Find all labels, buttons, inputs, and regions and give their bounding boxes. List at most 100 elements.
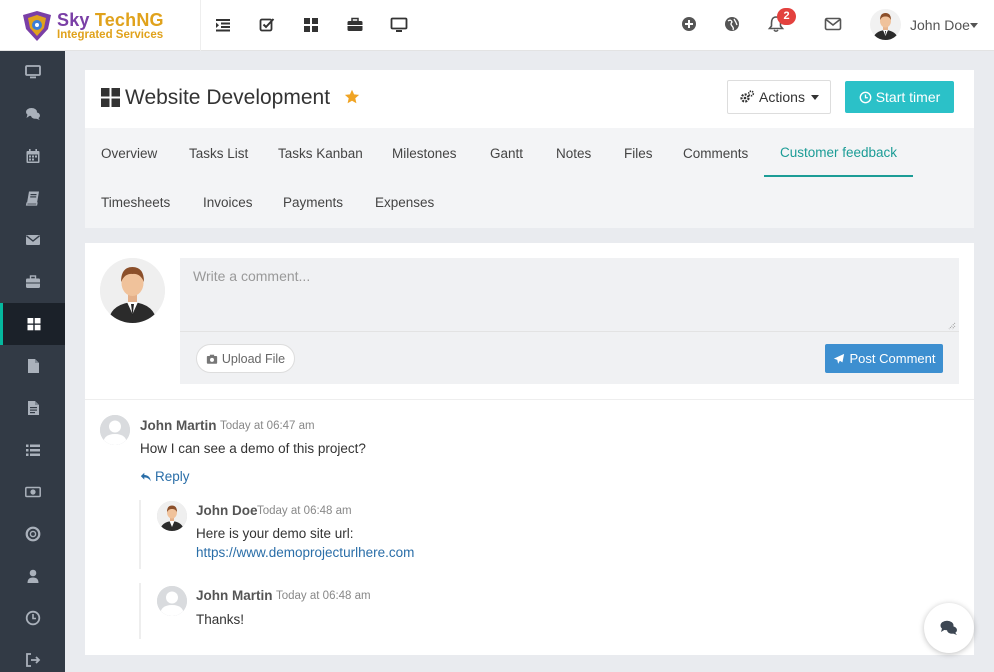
upload-file-label: Upload File xyxy=(221,351,286,366)
feedback-panel: Upload File Post Comment John Martin Tod… xyxy=(85,243,974,655)
reply-time: Today at 06:48 am xyxy=(257,505,352,517)
avatar xyxy=(157,586,187,616)
reply-text: Thanks! xyxy=(196,612,245,627)
list-icon xyxy=(25,444,40,456)
sidebar-item-tasks[interactable] xyxy=(0,429,65,471)
sidebar-item-projects[interactable] xyxy=(0,261,65,303)
sidebar-item-timesheets[interactable] xyxy=(0,597,65,639)
sidebar-item-logout[interactable] xyxy=(0,639,65,672)
reply-text: Here is your demo site url: xyxy=(196,526,354,541)
sidebar-item-dashboard[interactable] xyxy=(0,51,65,93)
tab-invoices[interactable]: Invoices xyxy=(203,195,253,210)
reply-author[interactable]: John Martin xyxy=(196,588,273,603)
camera-icon xyxy=(206,354,218,364)
user-icon xyxy=(27,569,38,583)
gears-icon xyxy=(740,90,755,103)
clock-icon xyxy=(859,91,872,103)
checkbox-icon[interactable] xyxy=(258,16,276,34)
start-timer-button[interactable]: Start timer xyxy=(845,81,954,113)
monitor-icon xyxy=(24,65,41,79)
tab-gantt[interactable]: Gantt xyxy=(490,146,523,161)
top-bar: Sky TechNG Integrated Services 2 John Do… xyxy=(0,0,994,51)
reply-label: Reply xyxy=(155,469,190,484)
comment-textarea[interactable] xyxy=(180,258,959,332)
logo-mark-icon xyxy=(23,11,51,41)
tab-expenses[interactable]: Expenses xyxy=(375,195,434,210)
actions-label: Actions xyxy=(759,89,805,105)
sidebar-item-calendar[interactable] xyxy=(0,135,65,177)
tab-tasks-kanban[interactable]: Tasks Kanban xyxy=(278,146,363,161)
comment-composer: Upload File Post Comment xyxy=(180,258,959,384)
grid-icon xyxy=(27,318,41,331)
resize-grip-icon[interactable] xyxy=(948,322,956,330)
monitor-icon[interactable] xyxy=(390,16,408,34)
upload-file-button[interactable]: Upload File xyxy=(196,344,295,373)
clock-icon xyxy=(25,610,40,626)
sidebar-item-support[interactable] xyxy=(0,513,65,555)
tab-files[interactable]: Files xyxy=(624,146,653,161)
brand-name: Sky TechNG xyxy=(57,10,164,31)
briefcase-icon xyxy=(25,275,40,288)
star-icon[interactable] xyxy=(344,89,360,105)
sidebar-item-knowledge-base[interactable] xyxy=(0,177,65,219)
indent-list-icon[interactable] xyxy=(214,16,232,34)
tab-timesheets[interactable]: Timesheets xyxy=(101,195,170,210)
life-ring-icon xyxy=(25,526,40,542)
project-header: Website Development Actions Start timer xyxy=(85,70,974,128)
sidebar-item-payments[interactable] xyxy=(0,471,65,513)
briefcase-icon[interactable] xyxy=(346,16,364,34)
tab-tasks-list[interactable]: Tasks List xyxy=(189,146,248,161)
user-avatar[interactable] xyxy=(870,9,901,40)
project-tabs: Overview Tasks List Tasks Kanban Milesto… xyxy=(85,128,974,228)
user-name[interactable]: John Doe xyxy=(910,17,970,33)
post-comment-label: Post Comment xyxy=(849,351,936,366)
tab-notes[interactable]: Notes xyxy=(556,146,591,161)
sidebar-item-invoices[interactable] xyxy=(0,387,65,429)
comment-time: Today at 06:47 am xyxy=(220,420,315,432)
brand-tagline: Integrated Services xyxy=(57,29,164,41)
comments-icon xyxy=(940,620,957,635)
chevron-down-icon[interactable] xyxy=(970,23,978,28)
reply-time: Today at 06:48 am xyxy=(276,590,371,602)
tab-customer-feedback[interactable]: Customer feedback xyxy=(780,145,897,160)
sign-out-icon xyxy=(25,653,40,667)
brand-name-part2: TechNG xyxy=(94,10,164,30)
tab-comments[interactable]: Comments xyxy=(683,146,748,161)
sidebar xyxy=(0,51,65,672)
thread-line xyxy=(139,500,141,569)
calendar-icon xyxy=(26,149,39,163)
sidebar-item-users[interactable] xyxy=(0,555,65,597)
reply-author[interactable]: John Doe xyxy=(196,503,258,518)
comment-text: How I can see a demo of this project? xyxy=(140,441,366,456)
sidebar-item-discussions[interactable] xyxy=(0,93,65,135)
envelope-icon xyxy=(25,235,40,245)
actions-dropdown-button[interactable]: Actions xyxy=(727,80,831,114)
tab-overview[interactable]: Overview xyxy=(101,146,157,161)
post-comment-button[interactable]: Post Comment xyxy=(825,344,943,373)
file-text-icon xyxy=(27,401,39,415)
globe-icon[interactable] xyxy=(723,15,741,33)
notification-badge: 2 xyxy=(777,8,796,25)
sidebar-item-documents[interactable] xyxy=(0,345,65,387)
comment-author[interactable]: John Martin xyxy=(140,418,217,433)
paper-plane-icon xyxy=(833,353,844,364)
sidebar-item-apps[interactable] xyxy=(0,303,65,345)
reply-link[interactable]: Reply xyxy=(140,469,190,484)
grid-icon xyxy=(101,88,120,107)
avatar xyxy=(100,415,130,445)
avatar xyxy=(100,258,165,323)
logo[interactable]: Sky TechNG Integrated Services xyxy=(0,0,201,51)
chat-button[interactable] xyxy=(924,603,974,653)
timer-label: Start timer xyxy=(875,89,941,105)
demo-url-link[interactable]: https://www.demoprojecturlhere.com xyxy=(196,545,414,560)
envelope-icon[interactable] xyxy=(824,15,842,33)
plus-circle-icon[interactable] xyxy=(680,15,698,33)
avatar xyxy=(157,501,187,531)
tab-payments[interactable]: Payments xyxy=(283,195,343,210)
grid-icon[interactable] xyxy=(302,16,320,34)
chevron-down-icon xyxy=(810,94,819,100)
page-title: Website Development xyxy=(125,86,331,109)
sidebar-item-messages[interactable] xyxy=(0,219,65,261)
reply-icon xyxy=(140,472,151,481)
tab-milestones[interactable]: Milestones xyxy=(392,146,457,161)
